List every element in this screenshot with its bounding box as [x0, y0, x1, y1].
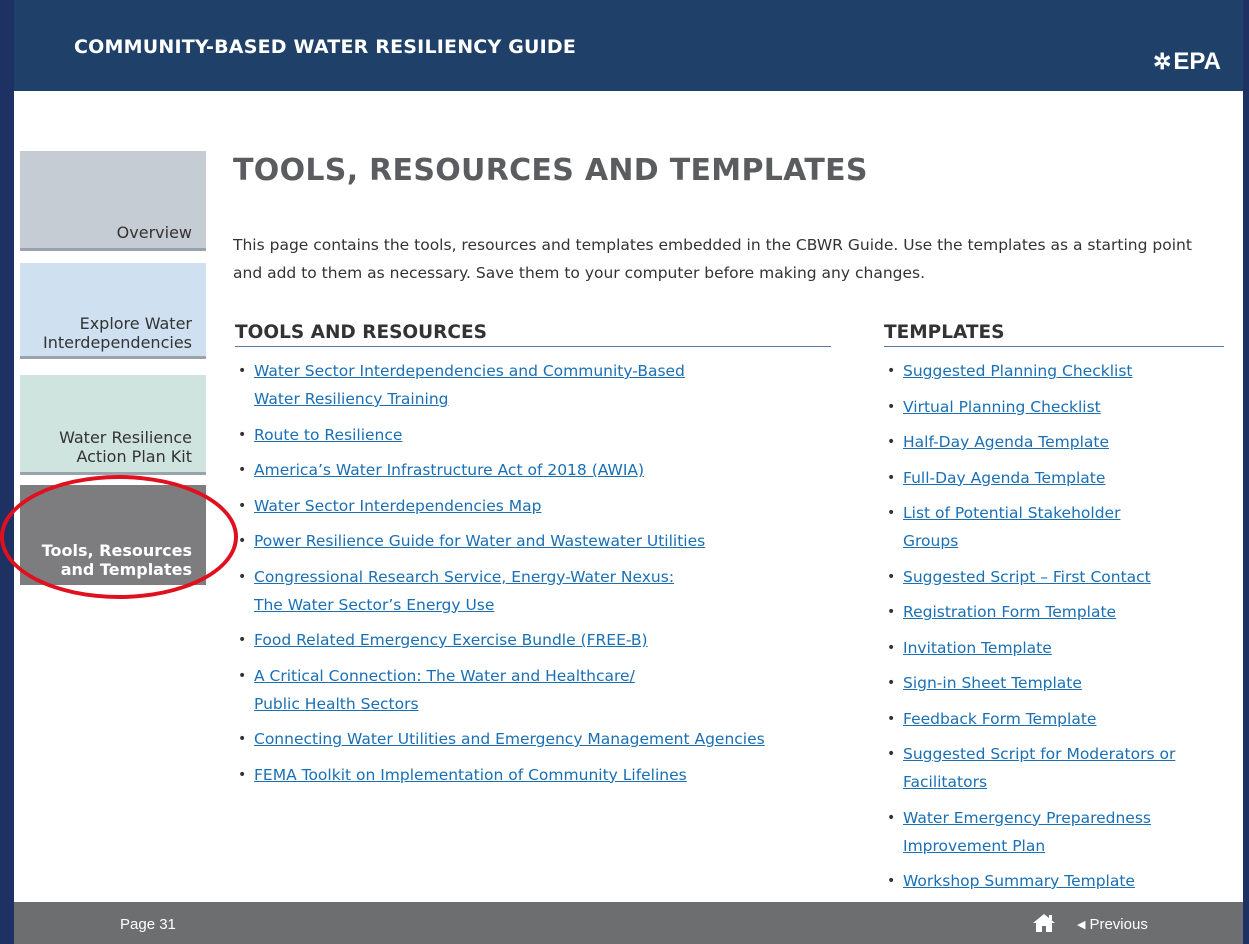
page-title: TOOLS, RESOURCES AND TEMPLATES	[233, 153, 868, 188]
sidebar-item-explore-water-interdependencies[interactable]: Explore Water Interdependencies	[20, 263, 206, 359]
list-item: FEMA Toolkit on Implementation of Commun…	[235, 761, 845, 789]
guide-title: COMMUNITY-BASED WATER RESILIENCY GUIDE	[74, 36, 577, 58]
template-link[interactable]: Sign-in Sheet Template	[903, 674, 1082, 692]
template-link[interactable]: Water Emergency Preparedness Improvement …	[903, 809, 1151, 855]
list-item: Feedback Form Template	[884, 705, 1234, 733]
resource-link[interactable]: Water Sector Interdependencies and Commu…	[254, 362, 685, 408]
list-item: Virtual Planning Checklist	[884, 393, 1234, 421]
list-item: Sign-in Sheet Template	[884, 669, 1234, 697]
template-link[interactable]: Full-Day Agenda Template	[903, 469, 1105, 487]
list-item: Workshop Summary Template	[884, 867, 1234, 895]
sidebar-item-label: Overview	[116, 223, 192, 242]
list-item: A Critical Connection: The Water and Hea…	[235, 662, 845, 718]
resource-link[interactable]: A Critical Connection: The Water and Hea…	[254, 667, 635, 713]
home-icon[interactable]	[1032, 913, 1056, 933]
list-item: Power Resilience Guide for Water and Was…	[235, 527, 845, 555]
page-number: Page 31	[120, 916, 176, 933]
epa-flower-icon: ✲	[1152, 49, 1172, 74]
epa-logo: ✲ EPA	[1153, 48, 1221, 76]
list-item: Half-Day Agenda Template	[884, 428, 1234, 456]
previous-button[interactable]: ◀ Previous	[1077, 916, 1148, 933]
intro-text: This page contains the tools, resources …	[233, 236, 1192, 282]
template-link[interactable]: Feedback Form Template	[903, 710, 1096, 728]
template-link[interactable]: Virtual Planning Checklist	[903, 398, 1101, 416]
template-link[interactable]: Registration Form Template	[903, 603, 1116, 621]
templates-heading: TEMPLATES	[884, 322, 1224, 347]
resource-link[interactable]: America’s Water Infrastructure Act of 20…	[254, 461, 644, 479]
list-item: Registration Form Template	[884, 598, 1234, 626]
list-item: Water Sector Interdependencies and Commu…	[235, 357, 845, 413]
header-bar: COMMUNITY-BASED WATER RESILIENCY GUIDE ✲…	[14, 0, 1243, 91]
triangle-left-icon: ◀	[1077, 919, 1086, 931]
right-frame	[1243, 0, 1249, 944]
footer-bar: Page 31 ◀ Previous	[14, 902, 1243, 944]
list-item: Suggested Script for Moderators orFacili…	[884, 740, 1234, 796]
epa-logo-text: EPA	[1173, 48, 1221, 75]
highlight-circle-annotation	[0, 475, 238, 599]
templates-list: Suggested Planning Checklist Virtual Pla…	[884, 357, 1234, 903]
sidebar-item-action-plan-kit[interactable]: Water Resilience Action Plan Kit	[20, 375, 206, 475]
list-item: America’s Water Infrastructure Act of 20…	[235, 456, 845, 484]
sidebar-item-label: Explore Water	[79, 314, 192, 333]
template-link[interactable]: List of Potential Stakeholder Groups	[903, 504, 1120, 550]
list-item: Congressional Research Service, Energy-W…	[235, 563, 845, 619]
resource-link[interactable]: Water Sector Interdependencies Map	[254, 497, 541, 515]
template-link[interactable]: Invitation Template	[903, 639, 1052, 657]
sidebar-item-overview[interactable]: Overview	[20, 151, 206, 251]
resource-link[interactable]: Connecting Water Utilities and Emergency…	[254, 730, 765, 748]
tools-resources-list: Water Sector Interdependencies and Commu…	[235, 357, 845, 796]
sidebar-item-label: Interdependencies	[43, 333, 192, 352]
template-link[interactable]: Suggested Script – First Contact	[903, 568, 1151, 586]
resource-link[interactable]: Route to Resilience	[254, 426, 402, 444]
template-link[interactable]: Workshop Summary Template	[903, 872, 1135, 890]
resource-link[interactable]: Power Resilience Guide for Water and Was…	[254, 532, 705, 550]
template-link[interactable]: Suggested Script for Moderators or Facili…	[903, 745, 1175, 791]
template-link[interactable]: Suggested Planning Checklist	[903, 362, 1132, 380]
previous-label: Previous	[1089, 916, 1148, 933]
resource-link[interactable]: Congressional Research Service, Energy-W…	[254, 568, 674, 614]
list-item: Connecting Water Utilities and Emergency…	[235, 725, 845, 753]
list-item: List of Potential StakeholderGroups	[884, 499, 1234, 555]
list-item: Food Related Emergency Exercise Bundle (…	[235, 626, 845, 654]
list-item: Full-Day Agenda Template	[884, 464, 1234, 492]
page-content: Overview Explore Water Interdependencies…	[0, 91, 1243, 903]
tools-resources-heading: TOOLS AND RESOURCES	[235, 322, 831, 347]
resource-link[interactable]: FEMA Toolkit on Implementation of Commun…	[254, 766, 687, 784]
template-link[interactable]: Half-Day Agenda Template	[903, 433, 1109, 451]
list-item: Suggested Planning Checklist	[884, 357, 1234, 385]
list-item: Water Emergency PreparednessImprovement …	[884, 804, 1234, 860]
resource-link[interactable]: Food Related Emergency Exercise Bundle (…	[254, 631, 648, 649]
sidebar-item-label: Water Resilience	[59, 428, 192, 447]
left-frame	[0, 0, 14, 944]
list-item: Suggested Script – First Contact	[884, 563, 1234, 591]
list-item: Route to Resilience	[235, 421, 845, 449]
list-item: Water Sector Interdependencies Map	[235, 492, 845, 520]
list-item: Invitation Template	[884, 634, 1234, 662]
sidebar-item-label: Action Plan Kit	[76, 447, 192, 466]
